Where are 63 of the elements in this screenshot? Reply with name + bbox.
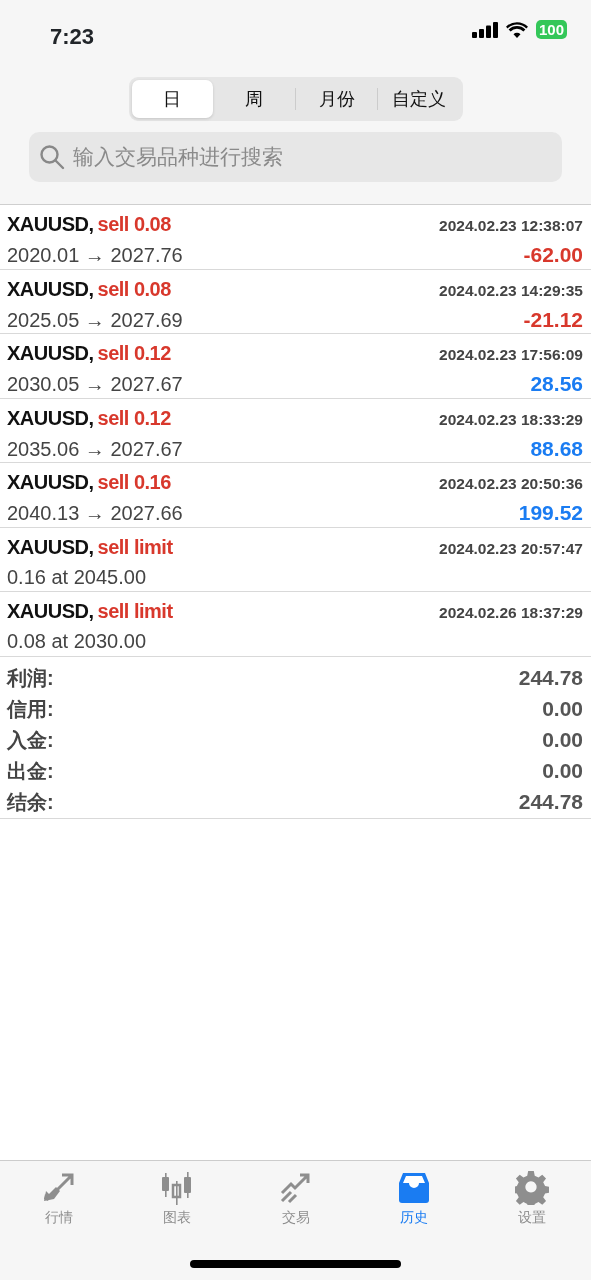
order-type: sell 0.16: [97, 470, 171, 495]
symbol-text: XAUUSD,: [7, 405, 94, 431]
symbol-text: XAUUSD,: [7, 212, 94, 237]
order-row[interactable]: XAUUSD, sell limit 2024.02.23 20:57:47 0.16 at 2045.00: [0, 527, 591, 592]
order-time: 2024.02.23 14:29:35: [439, 280, 583, 301]
summary-value: 244.78: [518, 789, 583, 816]
summary-value: 0.00: [542, 727, 583, 754]
symbol-text: XAUUSD,: [7, 599, 94, 624]
inbox-icon: [396, 1171, 431, 1205]
order-row[interactable]: XAUUSD, sell 0.12 2024.02.23 17:56:09 2030.05 → 2027.67 28.56: [0, 334, 591, 399]
order-row[interactable]: XAUUSD, sell 0.08 2024.02.23 14:29:35 2025.05 → 2027.69 -21.12: [0, 269, 591, 334]
order-type: sell 0.08: [97, 276, 171, 302]
order-type: sell 0.08: [97, 212, 171, 237]
order-type: sell 0.12: [97, 405, 171, 431]
battery-indicator: 100: [535, 20, 567, 39]
search-field[interactable]: 输入交易品种进行搜索: [29, 132, 562, 182]
order-type: sell limit: [97, 534, 173, 560]
price-text: 2035.06 → 2027.67: [7, 436, 183, 462]
summary-label: 入金:: [7, 728, 54, 753]
signal-icon: [471, 21, 498, 38]
order-row[interactable]: XAUUSD, sell 0.16 2024.02.23 20:50:36 2040.13 → 2027.66 199.52: [0, 463, 591, 528]
order-time: 2024.02.26 18:37:29: [439, 603, 583, 623]
nav-tab[interactable]: 历史: [354, 1171, 473, 1233]
profit-value: 28.56: [530, 371, 583, 397]
summary-value: 0.00: [542, 758, 583, 785]
price-text: 2025.05 → 2027.69: [7, 307, 183, 333]
settings-icon: [514, 1171, 549, 1205]
symbol-text: XAUUSD,: [7, 341, 94, 366]
summary-value: 244.78: [518, 665, 583, 692]
price-text: 2040.13 → 2027.66: [7, 501, 183, 526]
order-row[interactable]: XAUUSD, sell 0.08 2024.02.23 12:38:07 2020.01 → 2027.76 -62.00: [0, 205, 591, 270]
order-row[interactable]: XAUUSD, sell 0.12 2024.02.23 18:33:29 2035.06 → 2027.67 88.68: [0, 398, 591, 463]
profit-value: -21.12: [523, 306, 583, 333]
order-time: 2024.02.23 20:50:36: [439, 474, 583, 494]
profit-value: 88.68: [530, 435, 583, 462]
profit-value: 199.52: [518, 500, 583, 526]
order-type: sell 0.12: [97, 341, 171, 366]
trend-icon: [278, 1171, 313, 1205]
order-time: 2024.02.23 20:57:47: [439, 538, 583, 559]
price-text: 0.16 at 2045.00: [7, 564, 146, 590]
symbol-text: XAUUSD,: [7, 276, 94, 302]
order-type: sell limit: [97, 599, 173, 624]
price-text: 2020.01 → 2027.76: [7, 243, 183, 268]
order-row[interactable]: XAUUSD, sell limit 2024.02.26 18:37:29 0.08 at 2030.00: [0, 592, 591, 657]
summary-label: 出金:: [7, 759, 54, 784]
summary-label: 利润:: [7, 666, 54, 691]
period-tab[interactable]: 日: [131, 80, 213, 118]
price-text: 0.08 at 2030.00: [7, 629, 146, 654]
period-tab[interactable]: 月份: [296, 80, 378, 118]
order-time: 2024.02.23 12:38:07: [439, 216, 583, 236]
profit-value: -62.00: [523, 242, 583, 268]
summary-value: 0.00: [542, 696, 583, 723]
wifi-icon: [505, 21, 528, 38]
price-text: 2030.05 → 2027.67: [7, 372, 183, 397]
order-time: 2024.02.23 17:56:09: [439, 345, 583, 365]
period-tab[interactable]: 自定义: [378, 80, 460, 118]
clock: 7:23: [50, 23, 95, 51]
symbol-text: XAUUSD,: [7, 470, 94, 495]
period-tab[interactable]: 周: [213, 80, 295, 118]
summary-label: 信用:: [7, 697, 54, 722]
summary-label: 结余:: [7, 790, 54, 815]
order-time: 2024.02.23 18:33:29: [439, 409, 583, 430]
symbol-text: XAUUSD,: [7, 534, 94, 560]
